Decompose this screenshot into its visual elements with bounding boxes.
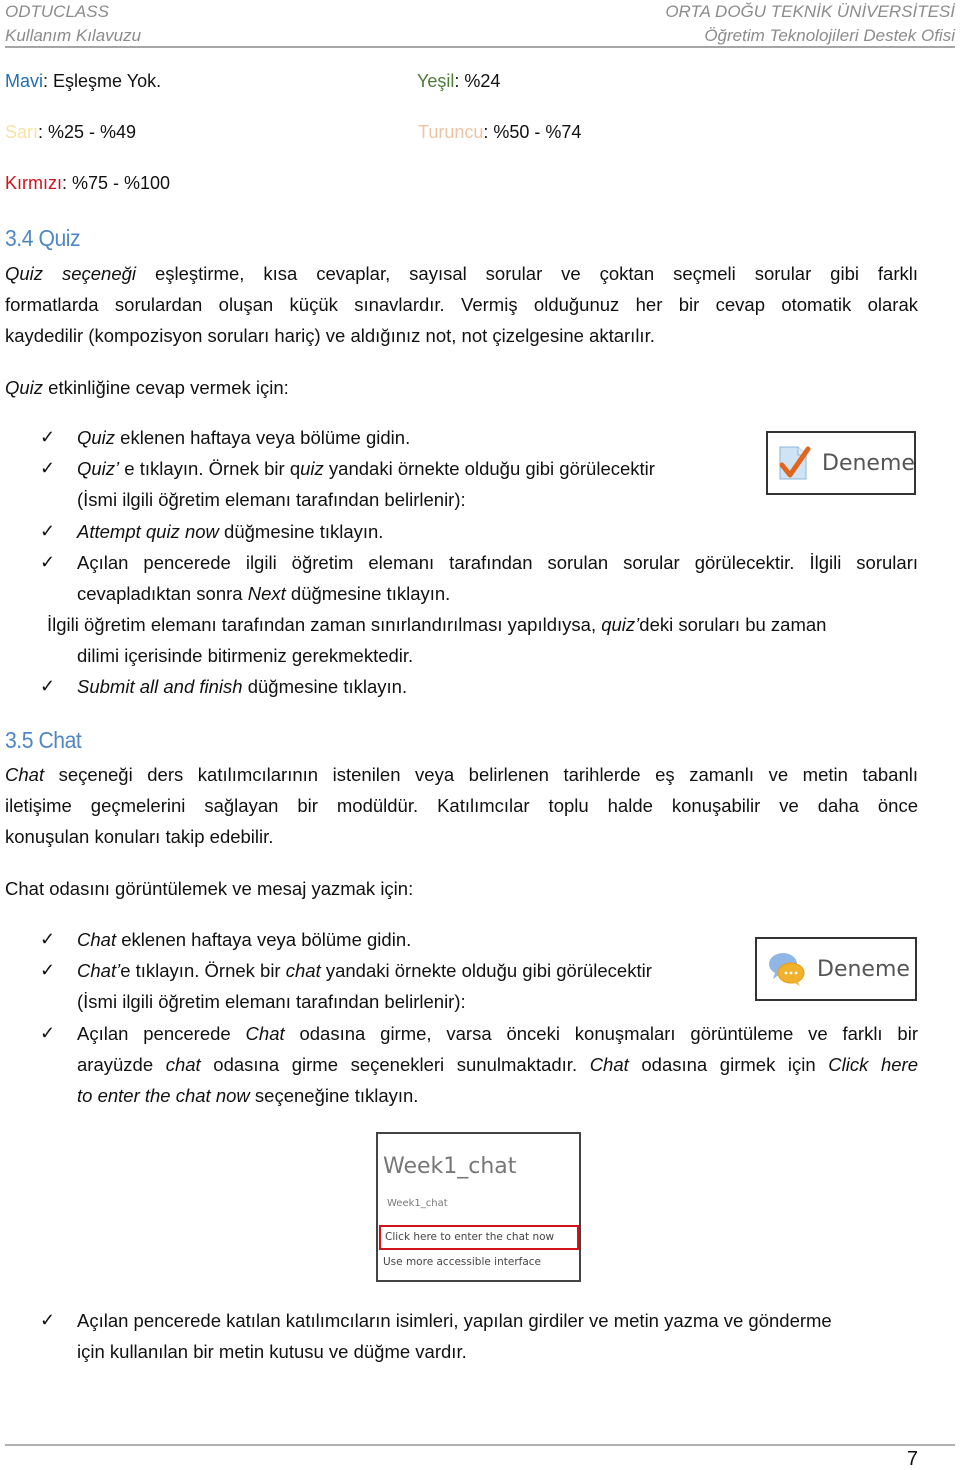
header-university: ORTA DOĞU TEKNİK ÜNİVERSİTESİ bbox=[665, 2, 955, 21]
legend-color-name: Mavi bbox=[5, 71, 44, 91]
page-header: ODTUCLASS Kullanım Kılavuzu ORTA DOĞU TE… bbox=[5, 0, 955, 48]
checkmark-icon: ✓ bbox=[40, 458, 56, 478]
enter-chat-link[interactable]: Click here to enter the chat now bbox=[379, 1225, 579, 1250]
header-office: Öğretim Teknolojileri Destek Ofisi bbox=[704, 26, 955, 45]
chat-intro-line3: konuşulan konuları takip edebilir. bbox=[5, 826, 274, 847]
quiz-step-2: Quiz’ e tıklayın. Örnek bir quiz yandaki… bbox=[77, 458, 655, 479]
chat-lead: Chat odasını görüntülemek ve mesaj yazma… bbox=[5, 878, 414, 899]
footer-divider bbox=[5, 1444, 955, 1446]
header-right: ORTA DOĞU TEKNİK ÜNİVERSİTESİ Öğretim Te… bbox=[665, 0, 955, 48]
chat-step-3-line2: arayüzde chat odasına girme seçenekleri … bbox=[77, 1054, 918, 1075]
legend-value: : %50 - %74 bbox=[483, 122, 582, 142]
quiz-time-note-line2: dilimi içerisinde bitirmeniz gerekmekted… bbox=[77, 645, 414, 666]
legend-color-name: Turuncu bbox=[418, 122, 484, 142]
quiz-example-link[interactable]: Deneme bbox=[766, 431, 916, 495]
chat-intro-line1: Chat seçeneği ders katılımcılarının iste… bbox=[5, 764, 918, 785]
chat-step-4: Açılan pencerede katılan katılımcıların … bbox=[77, 1310, 832, 1331]
section-heading-quiz: 3.4 Quiz bbox=[5, 225, 81, 251]
quiz-icon bbox=[776, 443, 812, 483]
chat-step-4-line2: için kullanılan bir metin kutusu ve düğm… bbox=[77, 1341, 467, 1362]
legend-red: Kırmızı: %75 - %100 bbox=[5, 173, 170, 194]
header-doc-title: Kullanım Kılavuzu bbox=[5, 26, 142, 45]
chat-example-label: Deneme bbox=[817, 956, 910, 982]
chat-step-3-line3: to enter the chat now seçeneğine tıklayı… bbox=[77, 1085, 419, 1106]
legend-color-name: Yeşil bbox=[417, 71, 455, 91]
checkmark-icon: ✓ bbox=[40, 1023, 56, 1043]
quiz-example-label: Deneme bbox=[822, 450, 915, 476]
quiz-intro-emphasis: Quiz seçeneği bbox=[5, 263, 137, 284]
header-app-name: ODTUCLASS bbox=[5, 2, 109, 21]
checkmark-icon: ✓ bbox=[40, 676, 56, 696]
legend-value: : %75 - %100 bbox=[62, 173, 171, 193]
checkmark-icon: ✓ bbox=[40, 521, 56, 541]
chat-room-subtitle: Week1_chat bbox=[387, 1198, 448, 1209]
section-heading-chat: 3.5 Chat bbox=[5, 727, 82, 753]
quiz-intro-line3: kaydedilir (kompozisyon soruları hariç) … bbox=[5, 325, 655, 346]
quiz-step-4: Açılan pencerede ilgili öğretim elemanı … bbox=[77, 552, 918, 573]
legend-color-name: Kırmızı bbox=[5, 173, 62, 193]
chat-intro-line2: iletişime geçmelerini sağlayan bir modül… bbox=[5, 795, 918, 816]
chat-step-2-line2: (İsmi ilgili öğretim elemanı tarafından … bbox=[77, 991, 466, 1012]
legend-color-name: Sarı bbox=[5, 122, 39, 142]
chat-step-2: Chat’e tıklayın. Örnek bir chat yandaki … bbox=[77, 960, 652, 981]
quiz-intro-line1: Quiz seçeneği eşleştirme, kısa cevaplar,… bbox=[5, 263, 919, 284]
legend-yellow: Sarı: %25 - %49 bbox=[5, 122, 136, 143]
accessible-interface-link[interactable]: Use more accessible interface bbox=[383, 1252, 541, 1272]
legend-blue: Mavi: Eşleşme Yok. bbox=[5, 71, 161, 92]
page-number: 7 bbox=[906, 1448, 918, 1470]
quiz-step-4-line2: cevapladıktan sonra Next düğmesine tıkla… bbox=[77, 583, 451, 604]
checkmark-icon: ✓ bbox=[40, 1310, 56, 1330]
legend-orange: Turuncu: %50 - %74 bbox=[418, 122, 581, 143]
chat-step-3: Açılan pencerede Chat odasına girme, var… bbox=[77, 1023, 918, 1044]
quiz-time-note: İlgili öğretim elemanı tarafından zaman … bbox=[47, 614, 827, 635]
quiz-step-1: Quiz eklenen haftaya veya bölüme gidin. bbox=[77, 427, 411, 448]
quiz-lead: Quiz etkinliğine cevap vermek için: bbox=[5, 377, 289, 398]
checkmark-icon: ✓ bbox=[40, 552, 56, 572]
chat-room-title: Week1_chat bbox=[383, 1154, 517, 1179]
chat-room-screenshot: Week1_chat Week1_chat Click here to ente… bbox=[376, 1132, 581, 1282]
header-left: ODTUCLASS Kullanım Kılavuzu bbox=[5, 0, 141, 48]
quiz-step-2-line2: (İsmi ilgili öğretim elemanı tarafından … bbox=[77, 489, 466, 510]
checkmark-icon: ✓ bbox=[40, 960, 56, 980]
legend-value: : %24 bbox=[454, 71, 501, 91]
legend-value: : %25 - %49 bbox=[38, 122, 137, 142]
legend-green: Yeşil: %24 bbox=[417, 71, 500, 92]
chat-example-link[interactable]: Deneme bbox=[755, 937, 917, 1001]
checkmark-icon: ✓ bbox=[40, 427, 56, 447]
chat-step-1: Chat eklenen haftaya veya bölüme gidin. bbox=[77, 929, 412, 950]
legend-value: : Eşleşme Yok. bbox=[43, 71, 162, 91]
quiz-step-5: Submit all and finish düğmesine tıklayın… bbox=[77, 676, 408, 697]
chat-bubbles-icon bbox=[767, 949, 807, 989]
quiz-intro-line2: formatlarda sorulardan oluşan küçük sına… bbox=[5, 294, 918, 315]
checkmark-icon: ✓ bbox=[40, 929, 56, 949]
quiz-step-3: Attempt quiz now düğmesine tıklayın. bbox=[77, 521, 384, 542]
